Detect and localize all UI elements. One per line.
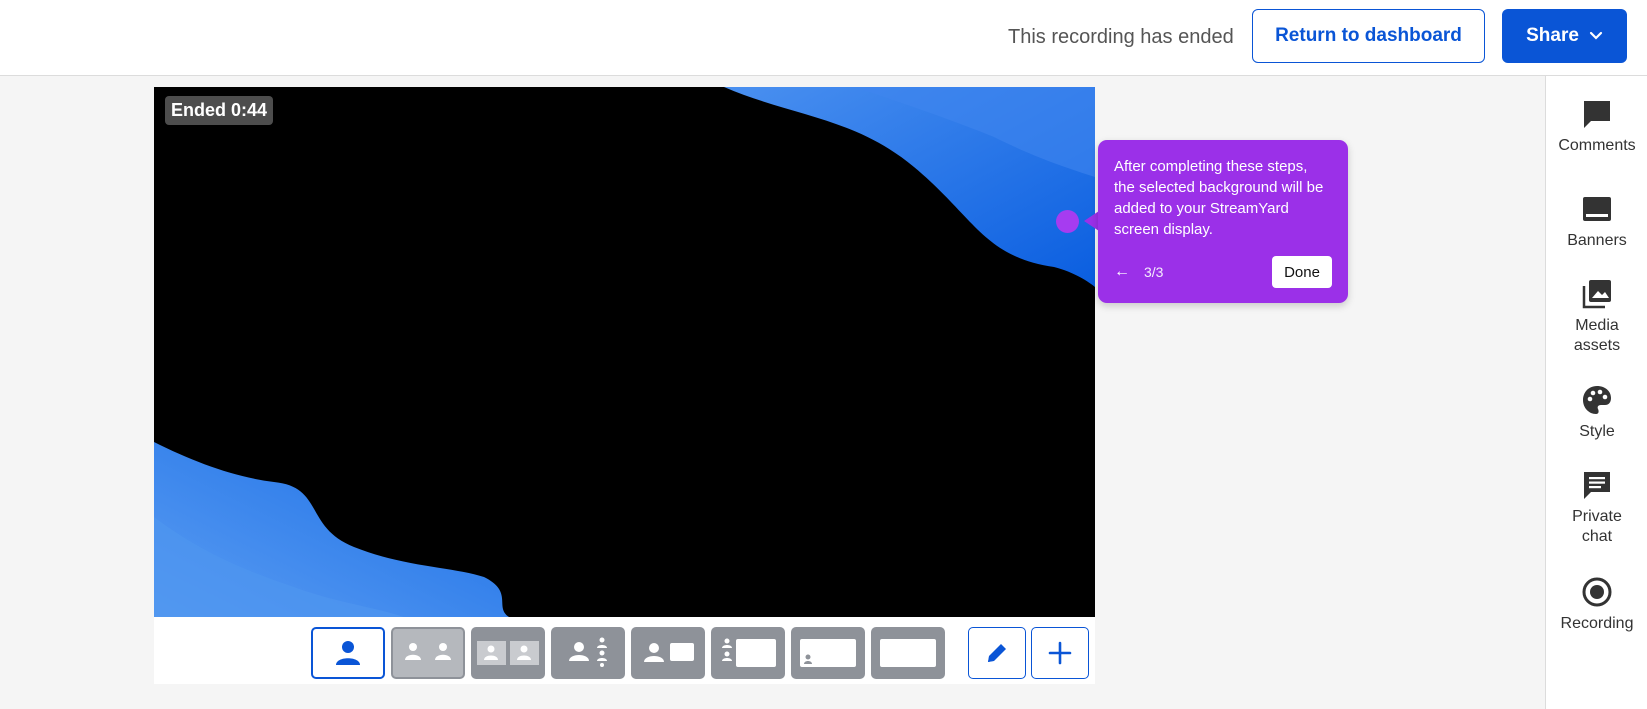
layout-screen-with-person-button[interactable]: [791, 627, 865, 679]
sidebar-label-banners: Banners: [1567, 232, 1627, 249]
sidebar-item-style[interactable]: Style: [1546, 384, 1647, 442]
chevron-down-icon: [1589, 31, 1603, 40]
two-boxed-persons-icon: [477, 641, 539, 665]
chat-icon: [1581, 469, 1613, 501]
right-sidebar: Comments Banners Media assets Style Priv…: [1545, 76, 1647, 709]
top-bar: This recording has ended Return to dashb…: [0, 0, 1647, 76]
banner-icon: [1581, 193, 1613, 225]
layout-main-plus-stack-button[interactable]: [551, 627, 625, 679]
screen-person-icon: [800, 639, 856, 667]
screen-icon: [880, 639, 936, 667]
person-stack-icon: [569, 637, 607, 667]
edit-layout-button[interactable]: [968, 627, 1026, 679]
person-screen-icon: [644, 643, 694, 662]
record-icon: [1581, 576, 1613, 608]
layout-side-by-side-button[interactable]: [471, 627, 545, 679]
layout-solo-button[interactable]: [311, 627, 385, 679]
add-layout-button[interactable]: [1031, 627, 1089, 679]
sidebar-item-comments[interactable]: Comments: [1546, 98, 1647, 156]
background-waves: [154, 87, 1095, 617]
pencil-icon: [988, 644, 1006, 662]
arrow-left-icon[interactable]: ←: [1114, 263, 1134, 281]
share-label: Share: [1526, 25, 1579, 46]
stack-screen-icon: [722, 638, 776, 667]
onboarding-tooltip: After completing these steps, the select…: [1098, 140, 1348, 303]
sidebar-label-comments: Comments: [1558, 137, 1636, 154]
return-to-dashboard-button[interactable]: Return to dashboard: [1252, 9, 1485, 63]
layout-stack-and-screen-button[interactable]: [711, 627, 785, 679]
tooltip-step-counter: 3/3: [1144, 264, 1164, 280]
sidebar-label-private-chat: Private chat: [1572, 508, 1622, 545]
comment-icon: [1581, 98, 1613, 130]
person-icon: [336, 641, 360, 665]
share-button[interactable]: Share: [1502, 9, 1627, 63]
tooltip-pointer: [1084, 211, 1099, 231]
plus-icon: [1048, 641, 1072, 665]
palette-icon: [1581, 384, 1613, 416]
sidebar-label-media-assets: Media assets: [1573, 317, 1621, 354]
sidebar-item-private-chat[interactable]: Private chat: [1546, 469, 1647, 547]
two-persons-icon: [400, 633, 456, 673]
done-button[interactable]: Done: [1272, 256, 1332, 288]
sidebar-label-style: Style: [1579, 423, 1615, 440]
ended-badge: Ended 0:44: [165, 96, 274, 125]
sidebar-item-media-assets[interactable]: Media assets: [1546, 278, 1647, 356]
tooltip-anchor-dot: [1056, 210, 1079, 233]
tooltip-footer: ← 3/3 Done: [1114, 256, 1332, 288]
recording-status-text: This recording has ended: [1008, 26, 1234, 48]
layout-person-and-screen-button[interactable]: [631, 627, 705, 679]
layout-toolbar: [154, 617, 1095, 684]
layout-split-button[interactable]: [391, 627, 465, 679]
tooltip-text: After completing these steps, the select…: [1114, 158, 1324, 238]
layout-fullscreen-button[interactable]: [871, 627, 945, 679]
sidebar-item-banners[interactable]: Banners: [1546, 193, 1647, 251]
sidebar-label-recording: Recording: [1560, 615, 1634, 632]
broadcast-stage: Ended 0:44: [154, 87, 1095, 617]
image-gallery-icon: [1581, 278, 1613, 310]
sidebar-item-recording[interactable]: Recording: [1546, 576, 1647, 634]
